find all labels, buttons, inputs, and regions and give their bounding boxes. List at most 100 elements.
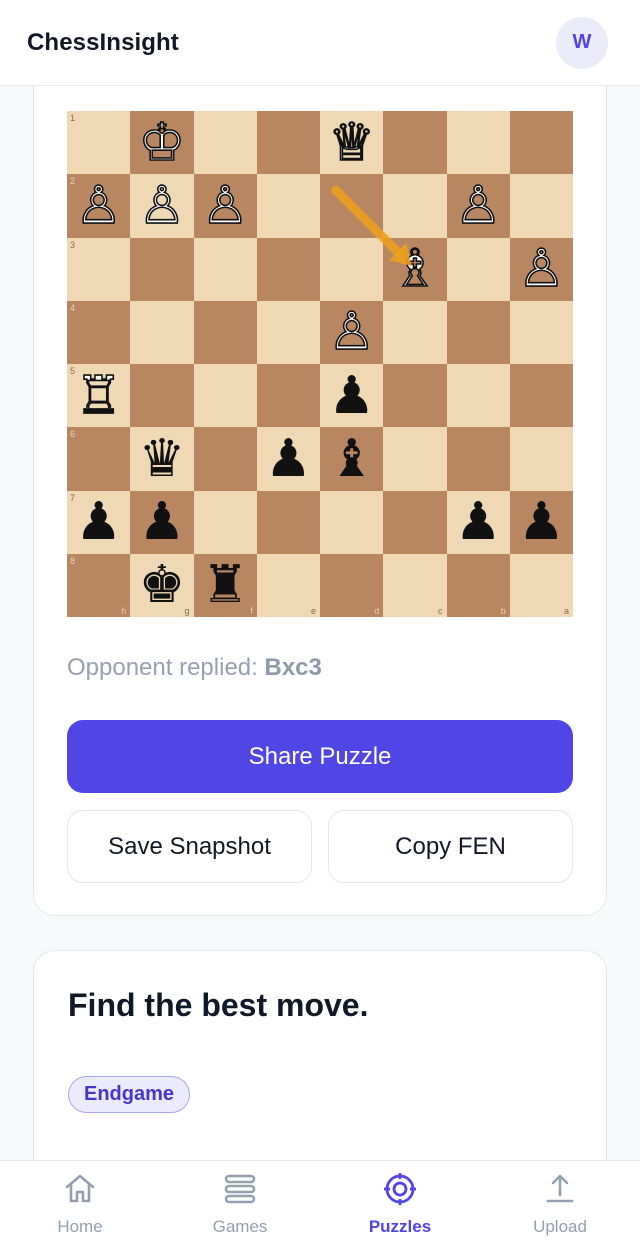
square-a6[interactable] [509,427,573,491]
square-h4[interactable]: 4 [67,300,131,364]
white-pawn-piece[interactable]: ♙ [447,174,510,237]
square-e8[interactable]: e [256,553,320,617]
rank-label: 3 [70,239,76,250]
reply-prefix: Opponent replied: [67,654,265,681]
black-pawn-piece[interactable]: ♟ [320,364,383,427]
square-b8[interactable]: b [446,553,510,617]
square-b5[interactable] [446,364,510,428]
square-e2[interactable] [256,174,320,238]
black-king-piece[interactable]: ♚ [130,554,193,617]
black-rook-piece[interactable]: ♜ [194,554,257,617]
nav-puzzles-label: Puzzles [368,1217,432,1236]
square-g7[interactable]: ♟ [130,490,194,554]
square-d1[interactable]: ♕ [320,111,384,175]
square-c1[interactable] [383,111,447,175]
square-c8[interactable]: c [383,553,447,617]
square-h1[interactable]: 1 [67,111,131,175]
square-f4[interactable] [193,300,257,364]
square-d6[interactable]: ♝ [320,427,384,491]
white-pawn-piece[interactable]: ♙ [194,174,257,237]
white-pawn-piece[interactable]: ♙ [320,301,383,364]
square-h2[interactable]: 2 ♙ [67,174,131,238]
square-c7[interactable] [383,490,447,554]
puzzle-tag-badge[interactable]: Endgame [68,1076,191,1113]
black-pawn-piece[interactable]: ♟ [447,491,510,554]
black-queen-piece[interactable]: ♛ [130,427,193,490]
square-b4[interactable] [446,300,510,364]
square-f3[interactable] [193,237,257,301]
white-bishop-piece[interactable]: ♗ [383,238,446,301]
square-a1[interactable] [509,111,573,175]
file-label: e [310,606,316,616]
square-e4[interactable] [256,300,320,364]
share-puzzle-button[interactable]: Share Puzzle [67,720,573,793]
square-c3[interactable]: ♗ [383,237,447,301]
square-d2[interactable] [320,174,384,238]
square-a2[interactable] [509,174,573,238]
nav-games[interactable]: Games [160,1161,320,1257]
nav-home[interactable]: Home [0,1161,160,1257]
white-queen-piece[interactable]: ♕ [320,111,383,174]
nav-puzzles[interactable]: Puzzles [320,1161,480,1257]
square-a5[interactable] [509,364,573,428]
square-g1[interactable]: ♔ [130,111,194,175]
square-c2[interactable] [383,174,447,238]
square-g8[interactable]: g ♚ [130,553,194,617]
square-e5[interactable] [256,364,320,428]
square-h5[interactable]: 5 ♖ [67,364,131,428]
square-d7[interactable] [320,490,384,554]
black-pawn-piece[interactable]: ♟ [130,491,193,554]
white-rook-piece[interactable]: ♖ [67,364,130,427]
square-f5[interactable] [193,364,257,428]
black-pawn-piece[interactable]: ♟ [257,427,320,490]
square-f1[interactable] [193,111,257,175]
square-c4[interactable] [383,300,447,364]
save-snapshot-button[interactable]: Save Snapshot [67,810,312,883]
square-a8[interactable]: a [509,553,573,617]
square-g6[interactable]: ♛ [130,427,194,491]
square-d8[interactable]: d [320,553,384,617]
square-g5[interactable] [130,364,194,428]
square-f6[interactable] [193,427,257,491]
square-d5[interactable]: ♟ [320,364,384,428]
square-b2[interactable]: ♙ [446,174,510,238]
chess-board[interactable]: 1 ♔ ♕ 2 ♙ ♙ ♙ ♙ 3 ♗ ♙ 4 ♙ 5 ♖ ♟ 6 ♛ ♟ ♝ 7 ♟ ♟ ♟ ♟ 8 h g ♚ f ♜ e d c b a [67,111,573,617]
square-h6[interactable]: 6 [67,427,131,491]
square-f7[interactable] [193,490,257,554]
square-c6[interactable] [383,427,447,491]
white-pawn-piece[interactable]: ♙ [67,174,130,237]
avatar[interactable]: W [556,16,608,69]
square-g2[interactable]: ♙ [130,174,194,238]
square-g3[interactable] [130,237,194,301]
copy-fen-button[interactable]: Copy FEN [328,810,573,883]
square-c5[interactable] [383,364,447,428]
square-h7[interactable]: 7 ♟ [67,490,131,554]
square-h8[interactable]: 8h [67,553,131,617]
square-d3[interactable] [320,237,384,301]
square-e3[interactable] [256,237,320,301]
black-bishop-piece[interactable]: ♝ [320,427,383,490]
square-a7[interactable]: ♟ [509,490,573,554]
square-b7[interactable]: ♟ [446,490,510,554]
square-f2[interactable]: ♙ [193,174,257,238]
square-a3[interactable]: ♙ [509,237,573,301]
square-e7[interactable] [256,490,320,554]
square-b3[interactable] [446,237,510,301]
square-b1[interactable] [446,111,510,175]
white-pawn-piece[interactable]: ♙ [130,174,193,237]
black-pawn-piece[interactable]: ♟ [67,491,130,554]
square-g4[interactable] [130,300,194,364]
square-e1[interactable] [256,111,320,175]
opponent-reply: Opponent replied: Bxc3 [67,654,322,682]
square-e6[interactable]: ♟ [256,427,320,491]
nav-upload[interactable]: Upload [480,1161,640,1257]
white-king-piece[interactable]: ♔ [130,111,193,174]
white-pawn-piece[interactable]: ♙ [510,238,573,301]
square-d4[interactable]: ♙ [320,300,384,364]
square-h3[interactable]: 3 [67,237,131,301]
square-f8[interactable]: f ♜ [193,553,257,617]
rank-label: 1 [70,113,76,123]
black-pawn-piece[interactable]: ♟ [510,491,573,554]
square-a4[interactable] [509,300,573,364]
square-b6[interactable] [446,427,510,491]
